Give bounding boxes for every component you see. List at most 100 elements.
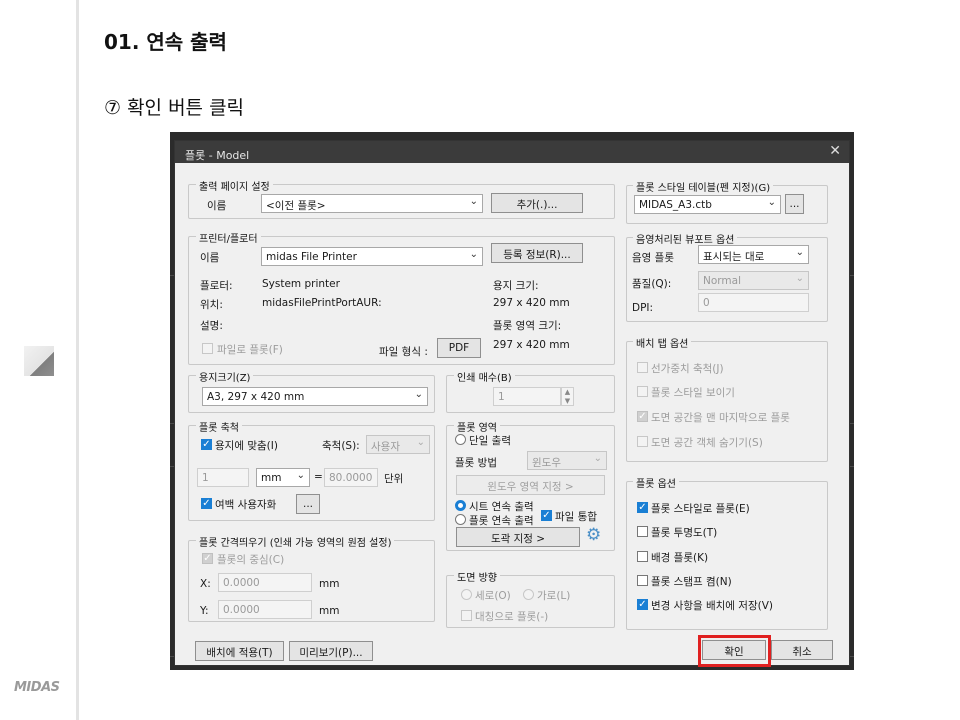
dialog-title: 플롯 - Model [185, 149, 250, 162]
hide-paperspace-label: 도면 공간 객체 숨기기(S) [651, 437, 763, 449]
close-icon[interactable]: ✕ [829, 143, 841, 159]
frame-assign-button[interactable]: 도곽 지정 > [456, 527, 580, 547]
file-merge-checkbox[interactable]: ✓ [541, 510, 552, 521]
quality-select[interactable]: Normal ⌄ [698, 271, 809, 290]
page-title: 01. 연속 출력 [104, 30, 227, 54]
cancel-button[interactable]: 취소 [771, 640, 833, 660]
plot-method-select[interactable]: 윈도우 ⌄ [527, 451, 607, 470]
plot-options-group-label: 플롯 옵션 [633, 475, 679, 490]
shade-plot-select[interactable]: 표시되는 대로 ⌄ [698, 245, 809, 264]
chevron-down-icon: ⌄ [593, 453, 602, 464]
scale-unit-select[interactable]: mm ⌄ [256, 468, 310, 487]
custom-margin-label: 여백 사용자화 [215, 499, 277, 511]
window-area-button[interactable]: 윈도우 영역 지정 > [456, 475, 605, 495]
page-setup-group-label: 출력 페이지 설정 [196, 178, 273, 193]
single-output-label: 단일 출력 [469, 435, 511, 447]
single-output-radio[interactable] [455, 434, 466, 445]
plot-area-size-value: 297 x 420 mm [493, 339, 570, 351]
file-format-label: 파일 형식 : [379, 346, 428, 358]
plot-transparency-label: 플롯 투명도(T) [651, 527, 718, 539]
description-label: 설명: [200, 320, 223, 332]
offset-y-label: Y: [200, 605, 209, 617]
custom-margin-checkbox[interactable]: ✓ [201, 498, 212, 509]
plot-scale-group-label: 플롯 축척 [196, 419, 242, 434]
center-plot-checkbox[interactable]: ✓ [202, 553, 213, 564]
plot-offset-group-label: 플롯 간격띄우기 (인쇄 가능 영역의 원점 설정) [196, 534, 395, 549]
background-plot-label: 배경 플롯(K) [651, 552, 709, 564]
plot-continuous-radio[interactable] [455, 514, 466, 525]
chevron-down-icon: ⌄ [469, 196, 478, 207]
plotter-label: 플로터: [200, 280, 233, 292]
plot-with-styles-label: 플롯 스타일로 플롯(E) [651, 503, 750, 515]
landscape-radio[interactable] [523, 589, 534, 600]
copies-input[interactable]: 1 [493, 387, 561, 406]
sheet-continuous-label: 시트 연속 출력 [469, 501, 534, 513]
hide-paperspace-checkbox[interactable] [637, 436, 648, 447]
paper-size-select[interactable]: A3, 297 x 420 mm ⌄ [202, 387, 428, 406]
offset-x-unit: mm [319, 578, 340, 590]
midas-logo: MIDAS [14, 680, 60, 695]
side-decoration [24, 346, 54, 376]
file-format-button[interactable]: PDF [437, 338, 481, 358]
chevron-down-icon: ⌄ [795, 247, 804, 258]
page-setup-name-label: 이름 [207, 200, 227, 212]
plot-with-styles-checkbox[interactable]: ✓ [637, 502, 648, 513]
ok-button[interactable]: 확인 [702, 640, 766, 660]
fit-to-paper-label: 용지에 맞춤(I) [215, 440, 278, 452]
file-merge-label: 파일 통합 [555, 511, 597, 523]
offset-x-label: X: [200, 578, 211, 590]
equals-label: = [314, 471, 323, 483]
add-page-setup-button[interactable]: 추가(.)... [491, 193, 583, 213]
show-plot-styles-label: 플롯 스타일 보이기 [651, 387, 735, 399]
plot-to-file-checkbox[interactable] [202, 343, 213, 354]
dpi-input[interactable]: 0 [698, 293, 809, 312]
shade-plot-label: 음영 플롯 [632, 252, 674, 264]
chevron-down-icon: ⌄ [767, 197, 776, 208]
plot-continuous-label: 플롯 연속 출력 [469, 515, 534, 527]
paper-size-info-label: 용지 크기: [493, 280, 539, 292]
reverse-plot-checkbox[interactable] [461, 610, 472, 621]
edit-plot-style-button[interactable]: ... [785, 194, 804, 214]
page: 01. 연속 출력 ⑦ 확인 버튼 클릭 MIDAS 플롯 - Model ✕ … [0, 0, 960, 720]
scale-value-input[interactable]: 1 [197, 468, 249, 487]
scale-select[interactable]: 사용자 ⌄ [366, 435, 430, 454]
page-setup-name-select[interactable]: <이전 플롯> ⌄ [261, 194, 483, 213]
show-plot-styles-checkbox[interactable] [637, 386, 648, 397]
scale-units-input[interactable]: 80.0000 [324, 468, 378, 487]
printer-name-select[interactable]: midas File Printer ⌄ [261, 247, 483, 266]
paperspace-last-checkbox[interactable]: ✓ [637, 411, 648, 422]
scale-label: 축척(S): [322, 440, 360, 452]
offset-x-input[interactable]: 0.0000 [218, 573, 312, 592]
gear-icon[interactable]: ⚙ [586, 525, 601, 545]
portrait-radio[interactable] [461, 589, 472, 600]
landscape-label: 가로(L) [537, 590, 571, 602]
orientation-group-label: 도면 방향 [454, 569, 500, 584]
save-to-layout-checkbox[interactable]: ✓ [637, 599, 648, 610]
plot-stamp-checkbox[interactable] [637, 575, 648, 586]
paperspace-last-label: 도면 공간을 맨 마지막으로 플롯 [651, 412, 790, 424]
plot-style-table-group-label: 플롯 스타일 테이블(펜 지정)(G) [633, 179, 774, 194]
fit-to-paper-checkbox[interactable]: ✓ [201, 439, 212, 450]
shaded-viewport-group-label: 음영처리된 뷰포트 옵션 [633, 231, 738, 246]
location-label: 위치: [200, 299, 223, 311]
sheet-continuous-radio[interactable] [455, 500, 466, 511]
layout-tab-options-group-label: 배치 탭 옵션 [633, 335, 692, 350]
paper-size-group-label: 용지크기(Z) [196, 369, 254, 384]
offset-y-input[interactable]: 0.0000 [218, 600, 312, 619]
background-plot-checkbox[interactable] [637, 551, 648, 562]
dpi-label: DPI: [632, 302, 654, 314]
lineweight-scale-checkbox[interactable] [637, 362, 648, 373]
paper-size-info-value: 297 x 420 mm [493, 297, 570, 309]
quality-label: 품질(Q): [632, 278, 672, 290]
sidebar-divider [76, 0, 79, 720]
plot-to-file-label: 파일로 플롯(F) [217, 344, 283, 356]
copies-group-label: 인쇄 매수(B) [454, 369, 515, 384]
plot-transparency-checkbox[interactable] [637, 526, 648, 537]
apply-to-layout-button[interactable]: 배치에 적용(T) [195, 641, 284, 661]
chevron-down-icon: ⌄ [416, 437, 425, 448]
copies-spinner[interactable]: ▲ ▼ [561, 387, 574, 406]
plot-style-table-select[interactable]: MIDAS_A3.ctb ⌄ [634, 195, 781, 214]
printer-properties-button[interactable]: 등록 정보(R)... [491, 243, 583, 263]
preview-button[interactable]: 미리보기(P)... [289, 641, 373, 661]
custom-margin-button[interactable]: ... [296, 494, 320, 514]
